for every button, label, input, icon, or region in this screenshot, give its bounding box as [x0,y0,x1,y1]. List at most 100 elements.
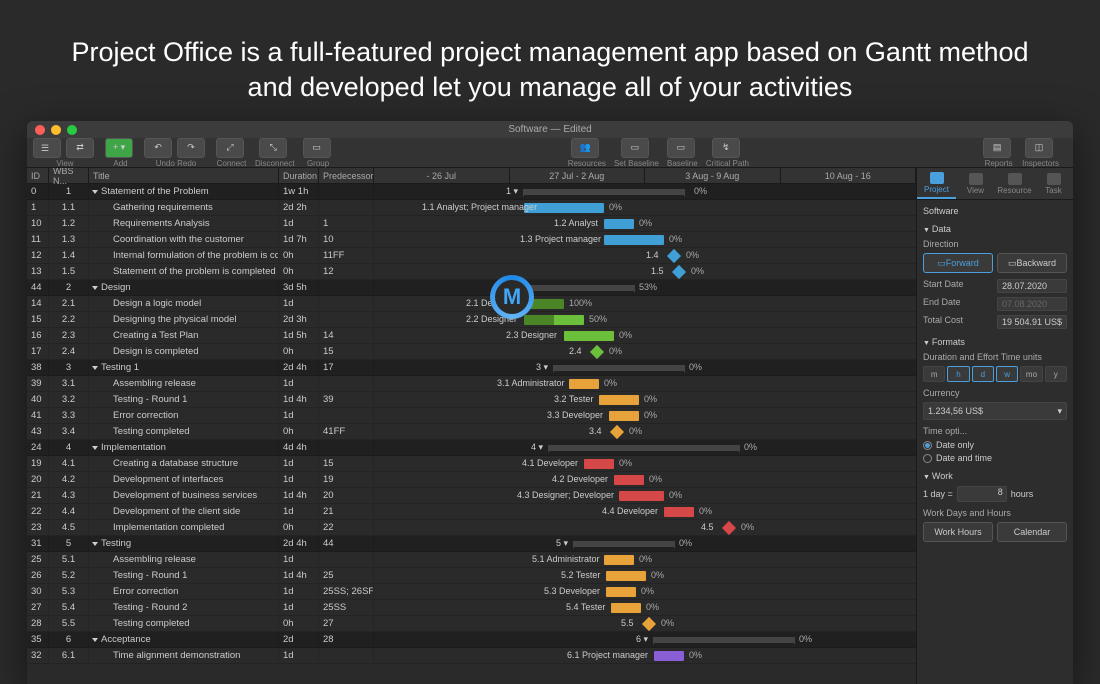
task-bar[interactable] [619,491,664,501]
tab-project[interactable]: Project [917,168,956,199]
gantt-row[interactable]: 2.40% [374,344,916,360]
gantt-row[interactable]: 3 ▾0% [374,360,916,376]
milestone[interactable] [722,521,736,535]
gantt-row[interactable]: 4.3 Designer; Developer0% [374,488,916,504]
currency-select[interactable]: 1.234,56 US$▾ [923,402,1067,420]
table-row[interactable]: 11.1Gathering requirements2d 2h [27,200,374,216]
view-button[interactable]: ☰ [33,138,61,158]
milestone[interactable] [642,617,656,631]
disconnect-button[interactable]: ⤡ [259,138,287,158]
unit-y[interactable]: y [1045,366,1067,382]
forward-button[interactable]: ▭ Forward [923,253,993,273]
task-bar[interactable] [606,571,646,581]
table-row[interactable]: 101.2Requirements Analysis1d1 [27,216,374,232]
radio-date-only[interactable]: Date only [923,440,1067,450]
table-row[interactable]: 315Testing2d 4h44 [27,536,374,552]
task-bar[interactable] [609,411,639,421]
gantt-row[interactable]: 6 ▾0% [374,632,916,648]
table-row[interactable]: 393.1Assembling release1d [27,376,374,392]
unit-h[interactable]: h [947,366,969,382]
summary-bar[interactable] [574,541,674,547]
unit-m[interactable]: m [923,366,945,382]
task-bar[interactable] [614,475,644,485]
gantt-row[interactable]: 2.1 Designer100% [374,296,916,312]
milestone[interactable] [672,265,686,279]
table-row[interactable]: 255.1Assembling release1d [27,552,374,568]
gantt-row[interactable]: 2.2 Designer50% [374,312,916,328]
table-row[interactable]: 383Testing 12d 4h17 [27,360,374,376]
set-baseline-button[interactable]: ▭ [621,138,649,158]
gantt-row[interactable]: 1.40% [374,248,916,264]
gantt-row[interactable]: 3.1 Administrator0% [374,376,916,392]
col-id[interactable]: ID [27,168,49,183]
gantt-row[interactable]: 5.50% [374,616,916,632]
col-duration[interactable]: Duration [279,168,319,183]
gantt-row[interactable]: 5 ▾0% [374,536,916,552]
col-wbs[interactable]: WBS N... [49,168,89,183]
unit-mo[interactable]: mo [1020,366,1042,382]
summary-bar[interactable] [549,445,739,451]
gantt-row[interactable]: 5.3 Developer0% [374,584,916,600]
table-row[interactable]: 403.2Testing - Round 11d 4h39 [27,392,374,408]
gantt-row[interactable]: 1.3 Project manager0% [374,232,916,248]
gantt-row[interactable]: 6.1 Project manager0% [374,648,916,664]
task-bar[interactable] [606,587,636,597]
radio-date-time[interactable]: Date and time [923,453,1067,463]
gantt-row[interactable]: 5.2 Tester0% [374,568,916,584]
task-bar[interactable] [604,235,664,245]
gantt-row[interactable]: 1.2 Analyst0% [374,216,916,232]
redo-button[interactable]: ↷ [177,138,205,158]
unit-d[interactable]: d [972,366,994,382]
baseline-button[interactable]: ▭ [667,138,695,158]
task-bar[interactable] [664,507,694,517]
day-hours-input[interactable]: 8 [957,486,1007,502]
milestone[interactable] [610,425,624,439]
task-bar[interactable] [584,459,614,469]
table-row[interactable]: 152.2Designing the physical model2d 3h [27,312,374,328]
table-row[interactable]: 204.2Development of interfaces1d19 [27,472,374,488]
gantt-row[interactable]: 4.1 Developer0% [374,456,916,472]
section-formats[interactable]: Formats [923,337,1067,347]
gantt-row[interactable]: 4.4 Developer0% [374,504,916,520]
table-row[interactable]: 121.4Internal formulation of the problem… [27,248,374,264]
section-work[interactable]: Work [923,471,1067,481]
milestone[interactable] [590,345,604,359]
task-bar[interactable] [569,379,599,389]
gantt-row[interactable]: 5.4 Tester0% [374,600,916,616]
tab-resource[interactable]: Resource [995,168,1034,199]
table-row[interactable]: 265.2Testing - Round 11d 4h25 [27,568,374,584]
critical-path-button[interactable]: ↯ [712,138,740,158]
backward-button[interactable]: ▭ Backward [997,253,1067,273]
gantt-row[interactable]: 1.50% [374,264,916,280]
section-data[interactable]: Data [923,224,1067,234]
task-bar[interactable] [604,555,634,565]
connect-button[interactable]: ⤢ [216,138,244,158]
gantt-row[interactable]: 3.3 Developer0% [374,408,916,424]
table-row[interactable]: 162.3Creating a Test Plan1d 5h14 [27,328,374,344]
milestone[interactable] [667,249,681,263]
col-title[interactable]: Title [89,168,279,183]
end-date-input[interactable]: 07.08.2020 [997,297,1067,311]
view-button-2[interactable]: ⇄ [66,138,94,158]
table-row[interactable]: 224.4Development of the client side1d21 [27,504,374,520]
unit-w[interactable]: w [996,366,1018,382]
gantt-row[interactable]: 3.2 Tester0% [374,392,916,408]
table-row[interactable]: 326.1Time alignment demonstration1d [27,648,374,664]
work-hours-button[interactable]: Work Hours [923,522,993,542]
table-row[interactable]: 172.4Design is completed0h15 [27,344,374,360]
gantt-chart[interactable]: - 26 Jul 27 Jul - 2 Aug 3 Aug - 9 Aug 10… [374,168,916,684]
table-row[interactable]: 214.3Development of business services1d … [27,488,374,504]
reports-button[interactable]: ▤ [983,138,1011,158]
tab-view[interactable]: View [956,168,995,199]
table-row[interactable]: 413.3Error correction1d [27,408,374,424]
summary-bar[interactable] [524,285,634,291]
gantt-row[interactable]: 5.1 Administrator0% [374,552,916,568]
task-bar[interactable] [564,331,614,341]
table-row[interactable]: 442Design3d 5h [27,280,374,296]
gantt-row[interactable]: 1.1 Analyst; Project manager0% [374,200,916,216]
gantt-row[interactable]: 2 ▾53% [374,280,916,296]
task-bar[interactable] [599,395,639,405]
group-button[interactable]: ▭ [303,138,331,158]
tab-task[interactable]: Task [1034,168,1073,199]
gantt-row[interactable]: 4.2 Developer0% [374,472,916,488]
